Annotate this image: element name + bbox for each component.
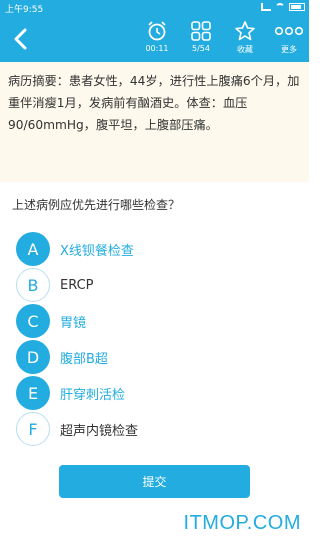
option-letter-badge: F — [16, 412, 50, 446]
watermark: ITMOP.COM — [183, 512, 301, 534]
option-a[interactable]: A X线钡餐检查 — [16, 232, 134, 266]
option-b[interactable]: B ERCP — [16, 268, 94, 302]
wifi-icon — [275, 3, 285, 11]
status-bar: 上午9:55 — [0, 0, 309, 16]
timer-button[interactable]: 00:11 — [134, 19, 180, 61]
submit-button[interactable]: 提交 — [59, 465, 250, 498]
more-label: 更多 — [281, 45, 297, 54]
chevron-left-icon — [14, 28, 27, 50]
option-letter-badge: C — [16, 304, 50, 338]
app-bar: 00:11 5/54 收藏 更多 — [0, 16, 309, 62]
grid-icon — [191, 21, 211, 41]
question-stem: 病历摘要：患者女性，44岁，进行性上腹痛6个月，加重伴消瘦1月，发病前有酗酒史。… — [8, 74, 300, 132]
status-icons — [261, 3, 305, 11]
progress-label: 5/54 — [192, 44, 210, 53]
option-letter-badge: A — [16, 232, 50, 266]
option-f[interactable]: F 超声内镜检查 — [16, 412, 138, 446]
option-text: X线钡餐检查 — [60, 243, 134, 259]
option-text: 胃镜 — [60, 315, 87, 331]
option-e[interactable]: E 肝穿刺活检 — [16, 376, 125, 410]
question-stem-panel: 病历摘要：患者女性，44岁，进行性上腹痛6个月，加重伴消瘦1月，发病前有酗酒史。… — [0, 62, 309, 182]
option-text: 腹部B超 — [60, 351, 108, 367]
option-c[interactable]: C 胃镜 — [16, 304, 86, 338]
option-letter-badge: B — [16, 268, 50, 302]
option-letter-badge: D — [16, 340, 50, 374]
more-dots-icon — [274, 26, 304, 36]
question-prompt: 上述病例应优先进行哪些检查？ — [12, 198, 181, 212]
option-d[interactable]: D 腹部B超 — [16, 340, 108, 374]
option-text: 超声内镜检查 — [60, 423, 139, 439]
timer-label: 00:11 — [145, 44, 169, 53]
status-time: 上午9:55 — [5, 5, 44, 15]
back-button[interactable] — [8, 24, 36, 54]
battery-icon — [289, 3, 305, 11]
option-letter-badge: E — [16, 376, 50, 410]
favorite-label: 收藏 — [237, 45, 253, 54]
more-button[interactable]: 更多 — [266, 19, 312, 61]
progress-button[interactable]: 5/54 — [178, 19, 224, 61]
signal-icon — [261, 3, 271, 11]
favorite-button[interactable]: 收藏 — [222, 19, 268, 61]
alarm-clock-icon — [148, 21, 166, 41]
star-icon — [235, 21, 255, 41]
option-text: ERCP — [60, 277, 94, 293]
option-text: 肝穿刺活检 — [60, 387, 126, 403]
